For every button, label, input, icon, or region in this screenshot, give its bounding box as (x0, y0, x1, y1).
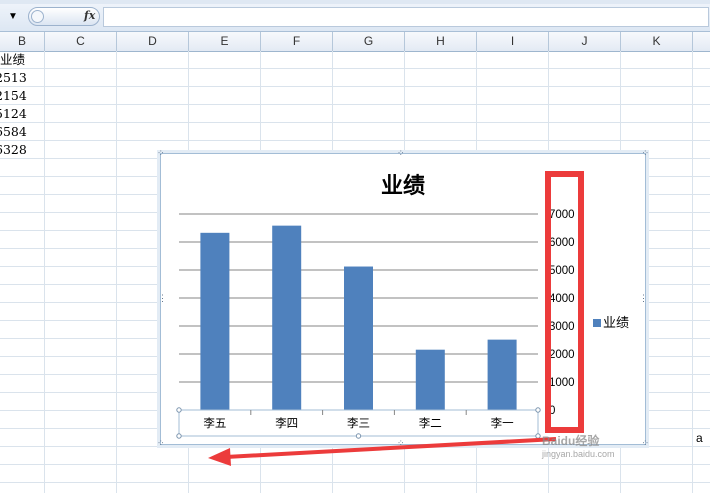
selection-handle[interactable] (535, 407, 541, 413)
bar[interactable] (272, 225, 302, 410)
column-header-b[interactable]: B (0, 32, 45, 51)
column-header-c[interactable]: C (45, 32, 117, 51)
column-header-d[interactable]: D (117, 32, 189, 51)
x-tick-label: 李五 (203, 416, 226, 430)
selection-handle[interactable] (176, 433, 182, 439)
namebox-dropdown-icon[interactable]: ▼ (8, 11, 18, 22)
column-header-j[interactable]: J (549, 32, 621, 51)
column-header-h[interactable]: H (405, 32, 477, 51)
formula-bar: ▼ fx (0, 4, 710, 32)
formula-bar-controls: fx (28, 7, 100, 26)
x-tick-label: 李四 (275, 416, 298, 430)
selection-handle[interactable] (176, 407, 182, 413)
cell-text-a[interactable]: a (696, 431, 703, 445)
watermark-url: jingyan.baidu.com (542, 449, 615, 459)
column-header-f[interactable]: F (261, 32, 333, 51)
bar[interactable] (415, 349, 445, 410)
cell-b1[interactable]: 业绩 (0, 51, 25, 69)
cell-b6[interactable]: 6328 (0, 141, 27, 159)
legend[interactable]: 业绩 (593, 312, 629, 331)
bar[interactable] (344, 266, 373, 410)
insert-function-button[interactable]: fx (84, 9, 95, 22)
column-header-e[interactable]: E (189, 32, 261, 51)
x-tick-label: 李三 (347, 416, 370, 430)
column-header-i[interactable]: I (477, 32, 549, 51)
selection-handle[interactable] (535, 433, 541, 439)
selection-handle[interactable] (355, 433, 362, 439)
bar[interactable] (487, 339, 517, 410)
cell-b4[interactable]: 5124 (0, 105, 27, 123)
column-header-g[interactable]: G (333, 32, 405, 51)
column-header-next[interactable] (693, 32, 710, 51)
column-headers: B C D E F G H I J K (0, 32, 710, 52)
formula-input[interactable] (103, 7, 709, 27)
legend-swatch (593, 319, 601, 327)
cell-b5[interactable]: 6584 (0, 123, 27, 141)
watermark-text: Baidu经验 (542, 434, 600, 448)
x-tick-label: 李一 (491, 416, 514, 430)
cell-b2[interactable]: 2513 (0, 69, 27, 87)
bar[interactable] (200, 232, 230, 410)
legend-label: 业绩 (603, 315, 630, 330)
column-header-k[interactable]: K (621, 32, 693, 51)
expand-formula-bar-icon[interactable] (31, 10, 44, 23)
x-tick-label: 李二 (419, 416, 442, 430)
watermark: Baidu经验 jingyan.baidu.com (542, 432, 615, 459)
cell-b3[interactable]: 2154 (0, 87, 27, 105)
red-highlight-box (545, 171, 584, 433)
